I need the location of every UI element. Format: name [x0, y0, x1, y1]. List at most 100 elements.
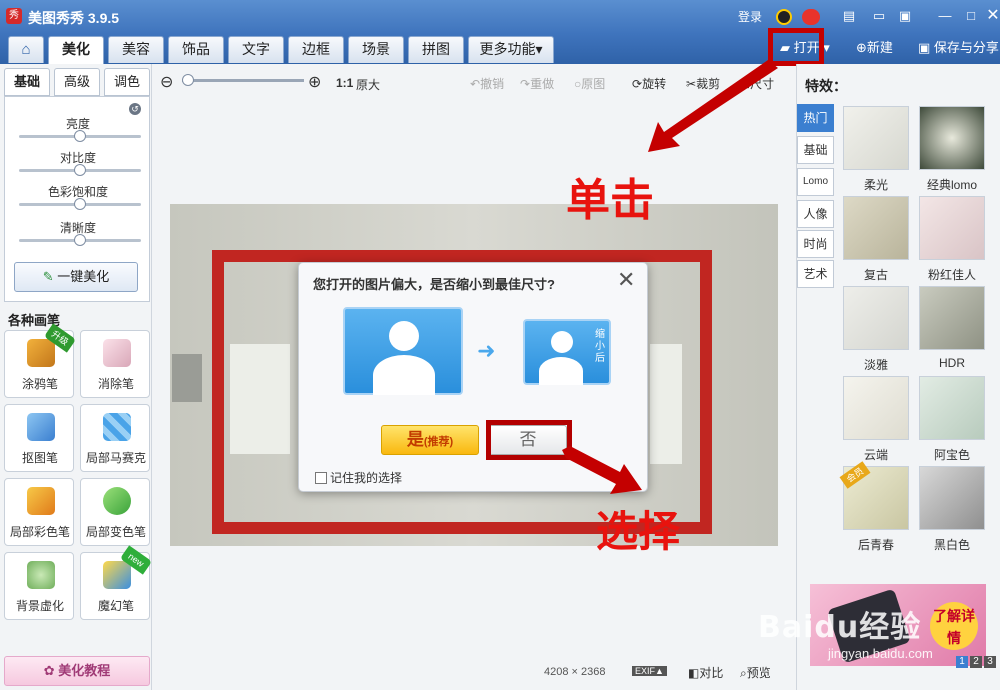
annotation-arrow-choose	[562, 446, 642, 494]
brush-label: 局部彩色笔	[9, 525, 70, 539]
effect-label: 云端	[863, 448, 888, 462]
brush-mosaic[interactable]: 局部马赛克	[80, 404, 150, 472]
tab-text[interactable]: 文字	[228, 36, 284, 63]
brush-doodle[interactable]: 升级 涂鸦笔	[4, 323, 77, 398]
effect-label: 经典lomo	[926, 178, 977, 192]
remember-choice[interactable]: 记住我的选择	[315, 469, 402, 486]
compare-label: 对比	[699, 666, 724, 680]
original-size-button[interactable]: 原大	[356, 76, 380, 93]
brush-magic[interactable]: new 魔幻笔	[80, 545, 153, 620]
tab-accessories[interactable]: 饰品	[168, 36, 224, 63]
panel-tab-basic[interactable]: 基础	[4, 68, 50, 96]
save-share-button[interactable]: ▣ 保存与分享	[918, 36, 999, 60]
one-key-beautify-button[interactable]: ✎ 一键美化	[14, 262, 138, 292]
effect-hdr[interactable]: HDR	[919, 286, 985, 374]
category-hot[interactable]: 热门	[797, 104, 834, 132]
image-height: 2368	[581, 666, 606, 678]
pager-1[interactable]: 1	[956, 656, 968, 668]
qq-icon[interactable]	[776, 9, 792, 25]
tab-beauty[interactable]: 美容	[108, 36, 164, 63]
home-tab[interactable]: ⌂	[8, 36, 44, 63]
contrast-slider[interactable]	[19, 164, 141, 176]
effect-abao[interactable]: 阿宝色	[919, 376, 985, 464]
sharpness-slider[interactable]	[19, 234, 141, 246]
effect-post-youth[interactable]: 会员 后青春	[839, 461, 909, 554]
brush-eraser[interactable]: 消除笔	[80, 330, 150, 398]
compare-icon: ◧	[688, 666, 700, 680]
magic-wand-icon	[103, 561, 131, 589]
redo-button[interactable]: ↷重做	[520, 75, 554, 92]
tab-collage[interactable]: 拼图	[408, 36, 464, 63]
brush-label: 抠图笔	[21, 451, 58, 465]
slider-knob[interactable]	[74, 130, 86, 142]
weibo-icon[interactable]	[802, 9, 820, 25]
slider-knob[interactable]	[74, 198, 86, 210]
menu-icon[interactable]: ▣	[894, 6, 916, 26]
preview-button[interactable]: ⌕预览	[740, 664, 771, 681]
pager-3[interactable]: 3	[984, 656, 996, 668]
effect-soft-light[interactable]: 柔光	[843, 106, 909, 194]
brush-background-blur[interactable]: 背景虚化	[4, 552, 74, 620]
brush-recolor[interactable]: 局部变色笔	[80, 478, 150, 546]
left-panel: 基础 高级 调色 ↺ 亮度 对比度 色彩饱和度 清晰度 ✎ 一键美化 各种画笔 …	[0, 64, 153, 690]
undo-icon: ↶	[470, 77, 481, 91]
effect-elegant[interactable]: 淡雅	[843, 286, 909, 374]
exif-button[interactable]: EXIF▲	[632, 666, 667, 676]
slider-knob[interactable]	[74, 164, 86, 176]
yes-button[interactable]: 是(推荐)	[381, 425, 479, 455]
maximize-button[interactable]: □	[960, 6, 982, 26]
tab-scene[interactable]: 场景	[348, 36, 404, 63]
ratio-label[interactable]: 1:1	[336, 76, 353, 90]
effect-thumbnail	[919, 286, 985, 350]
category-portrait[interactable]: 人像	[797, 200, 834, 228]
undo-button[interactable]: ↶撤销	[470, 75, 504, 92]
tab-more[interactable]: 更多功能▾	[468, 36, 554, 63]
login-link[interactable]: 登录	[738, 8, 762, 25]
category-fashion[interactable]: 时尚	[797, 230, 834, 258]
remember-checkbox[interactable]	[315, 472, 327, 484]
tab-beautify[interactable]: 美化	[48, 36, 104, 65]
effect-thumbnail	[919, 106, 985, 170]
saturation-slider[interactable]	[19, 198, 141, 210]
brush-label: 消除笔	[97, 377, 134, 391]
tab-border[interactable]: 边框	[288, 36, 344, 63]
zoom-knob[interactable]	[182, 74, 194, 86]
brightness-slider[interactable]	[19, 130, 141, 142]
reset-icon[interactable]: ↺	[129, 103, 141, 115]
doodle-brush-icon	[27, 339, 55, 367]
zoom-slider[interactable]	[182, 74, 304, 86]
effect-pink-lady[interactable]: 粉红佳人	[919, 196, 985, 284]
close-button[interactable]: ✕	[982, 6, 1000, 26]
original-label: 原图	[581, 77, 606, 91]
category-basic[interactable]: 基础	[797, 136, 834, 164]
zoom-out-icon[interactable]: ⊖	[160, 72, 173, 92]
new-button[interactable]: ⊕新建	[856, 36, 893, 60]
panel-tab-color[interactable]: 调色	[104, 68, 150, 96]
tutorial-button[interactable]: ✿ 美化教程	[4, 656, 150, 686]
brush-partial-color[interactable]: 局部彩色笔	[4, 478, 74, 546]
minimize-button[interactable]: —	[934, 6, 956, 26]
save-label: 保存与分享	[933, 40, 999, 55]
effect-black-white[interactable]: 黑白色	[919, 466, 985, 554]
effect-thumbnail	[843, 196, 909, 260]
annotation-click-text: 单击	[566, 175, 654, 226]
panel-tab-advanced[interactable]: 高级	[54, 68, 100, 96]
dialog-close-icon[interactable]: ✕	[617, 269, 635, 291]
category-lomo[interactable]: Lomo	[797, 168, 834, 196]
effect-retro[interactable]: 复古	[843, 196, 909, 284]
feedback-icon[interactable]: ▭	[868, 6, 890, 26]
paint-bucket-icon	[103, 487, 131, 515]
skin-icon[interactable]: ▤	[838, 6, 860, 26]
effect-cloud[interactable]: 云端	[843, 376, 909, 464]
brush-label: 局部变色笔	[85, 525, 146, 539]
pager-2[interactable]: 2	[970, 656, 982, 668]
effect-classic-lomo[interactable]: 经典lomo	[919, 106, 985, 194]
tutorial-label: 美化教程	[58, 663, 111, 678]
category-art[interactable]: 艺术	[797, 260, 834, 288]
original-button[interactable]: ○原图	[574, 75, 605, 92]
compare-button[interactable]: ◧对比	[688, 664, 723, 681]
slider-knob[interactable]	[74, 234, 86, 246]
brush-cutout[interactable]: 抠图笔	[4, 404, 74, 472]
paper-notice	[230, 344, 290, 454]
zoom-in-icon[interactable]: ⊕	[308, 72, 321, 92]
